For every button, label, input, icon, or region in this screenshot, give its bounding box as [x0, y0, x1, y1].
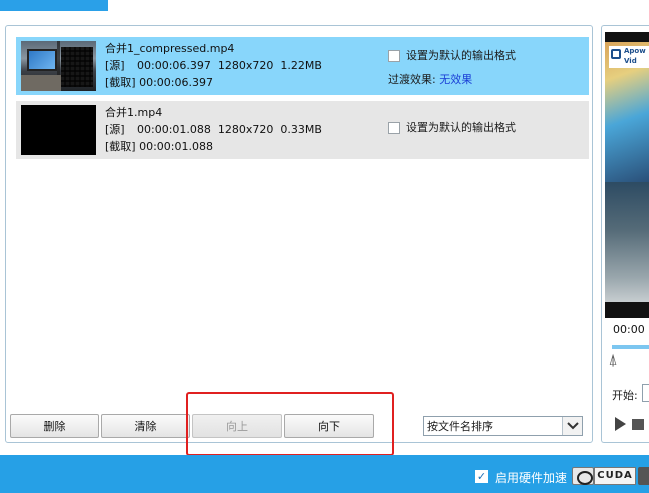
play-icon[interactable]: [615, 417, 626, 431]
gpu-icon: [638, 467, 649, 485]
nvidia-icon: [572, 467, 594, 485]
resolution: 1280x720: [217, 59, 274, 72]
preview-panel: Apow Vid 00:00 ⍋ 开始:: [601, 25, 649, 443]
source-label: [源]: [105, 59, 125, 72]
file-item-1[interactable]: 合并1_compressed.mp4 [源] 00:00:06.397 1280x…: [16, 37, 589, 95]
default-format-label: 设置为默认的输出格式: [406, 121, 516, 134]
source-duration: 00:00:01.088: [137, 123, 211, 136]
clip-duration: 00:00:01.088: [139, 140, 213, 153]
clip-duration: 00:00:06.397: [139, 76, 213, 89]
file-item-2[interactable]: 合并1.mp4 [源] 00:00:01.088 1280x720 0.33MB …: [16, 101, 589, 159]
sort-dropdown[interactable]: 按文件名排序: [423, 416, 583, 436]
start-label: 开始:: [612, 389, 638, 402]
file-options: 设置为默认的输出格式: [388, 119, 516, 136]
transition-label: 过渡效果:: [388, 73, 436, 86]
default-format-checkbox-row[interactable]: 设置为默认的输出格式: [388, 47, 516, 64]
slider-handle-icon[interactable]: ⍋: [605, 350, 621, 370]
resolution: 1280x720: [217, 123, 274, 136]
file-size: 0.33MB: [280, 123, 322, 136]
clip-label: [截取]: [105, 76, 136, 89]
default-format-label: 设置为默认的输出格式: [406, 49, 516, 62]
playback-progress[interactable]: [612, 345, 649, 349]
video-preview: Apow Vid: [605, 32, 649, 318]
transition-row: 过渡效果: 无效果: [388, 71, 516, 88]
move-up-button[interactable]: 向上: [192, 414, 282, 438]
cuda-badge: CUDA: [594, 467, 636, 485]
video-thumbnail: [21, 105, 96, 155]
chevron-down-icon[interactable]: [562, 417, 582, 435]
hw-accel-checkbox[interactable]: ✓: [475, 470, 488, 483]
file-info: 合并1.mp4 [源] 00:00:01.088 1280x720 0.33MB …: [105, 104, 322, 155]
default-format-checkbox-row[interactable]: 设置为默认的输出格式: [388, 119, 516, 136]
default-format-checkbox[interactable]: [388, 49, 400, 62]
default-format-checkbox[interactable]: [388, 121, 400, 134]
playback-time: 00:00: [613, 323, 645, 336]
app-logo-overlay: Apow Vid: [609, 46, 649, 68]
start-time-input[interactable]: [642, 384, 649, 402]
logo-text: Apow Vid: [624, 47, 646, 65]
transition-link[interactable]: 无效果: [439, 73, 472, 86]
hw-accel-label: 启用硬件加速: [495, 471, 568, 485]
source-label: [源]: [105, 123, 125, 136]
file-options: 设置为默认的输出格式 过渡效果: 无效果: [388, 47, 516, 88]
footer-bar: ✓ 启用硬件加速 CUDA: [0, 455, 649, 493]
file-size: 1.22MB: [280, 59, 322, 72]
file-list-panel: 合并1_compressed.mp4 [源] 00:00:06.397 1280x…: [5, 25, 593, 443]
clip-label: [截取]: [105, 140, 136, 153]
sort-dropdown-value: 按文件名排序: [427, 420, 493, 433]
file-info: 合并1_compressed.mp4 [源] 00:00:06.397 1280x…: [105, 40, 322, 91]
video-thumbnail: [21, 41, 96, 91]
delete-button[interactable]: 删除: [10, 414, 99, 438]
file-name: 合并1.mp4: [105, 106, 163, 119]
move-down-button[interactable]: 向下: [284, 414, 374, 438]
logo-icon: [611, 49, 621, 59]
top-tab[interactable]: [0, 0, 108, 11]
file-name: 合并1_compressed.mp4: [105, 42, 235, 55]
clear-button[interactable]: 清除: [101, 414, 190, 438]
stop-icon[interactable]: [632, 419, 644, 430]
source-duration: 00:00:06.397: [137, 59, 211, 72]
